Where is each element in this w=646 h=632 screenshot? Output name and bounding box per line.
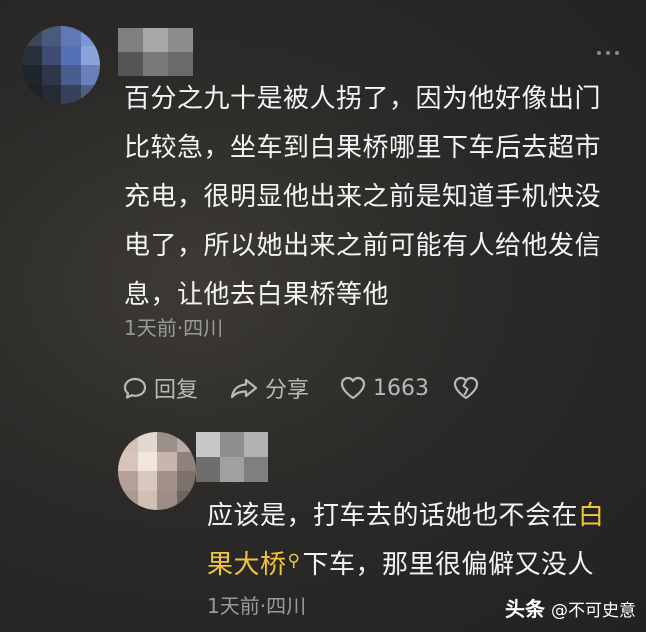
search-icon[interactable]: ⚲ [288, 551, 301, 571]
broken-heart-icon [453, 376, 479, 400]
reply-button[interactable]: 回复 [122, 372, 229, 404]
share-icon [230, 378, 258, 399]
share-label: 分享 [265, 378, 310, 403]
more-dots-icon[interactable] [597, 48, 623, 58]
like-count: 1663 [373, 375, 429, 401]
reply-text-after: 下车，那里很偏僻又没人 [302, 550, 594, 580]
username-pixelated[interactable] [118, 28, 193, 76]
watermark-brand: 头条 [505, 597, 545, 621]
comment-meta: 1天前·四川 [124, 316, 224, 340]
dislike-button[interactable] [452, 375, 480, 401]
reply-avatar[interactable] [118, 432, 196, 510]
like-button[interactable]: 1663 [339, 375, 452, 401]
watermark: 头条 @不可史意 [505, 593, 636, 622]
comment-text: 百分之九十是被人拐了，因为他好像出门比较急，坐车到白果桥哪里下车后去超市充电，很… [124, 84, 602, 310]
reply-text-before: 应该是，打车去的话她也不会在 [207, 501, 579, 531]
reply-username-pixelated[interactable] [196, 432, 268, 482]
reply-comment-text: 应该是，打车去的话她也不会在白果大桥⚲下车，那里很偏僻又没人 [207, 492, 627, 593]
watermark-handle: @不可史意 [551, 601, 636, 621]
share-button[interactable]: 分享 [229, 372, 339, 404]
heart-icon [340, 376, 366, 400]
reply-comment-meta: 1天前·四川 [207, 594, 307, 618]
avatar[interactable] [22, 26, 100, 104]
comment-actions: 回复 分享 1663 [122, 372, 480, 404]
reply-icon [123, 377, 147, 399]
reply-label: 回复 [154, 378, 199, 403]
